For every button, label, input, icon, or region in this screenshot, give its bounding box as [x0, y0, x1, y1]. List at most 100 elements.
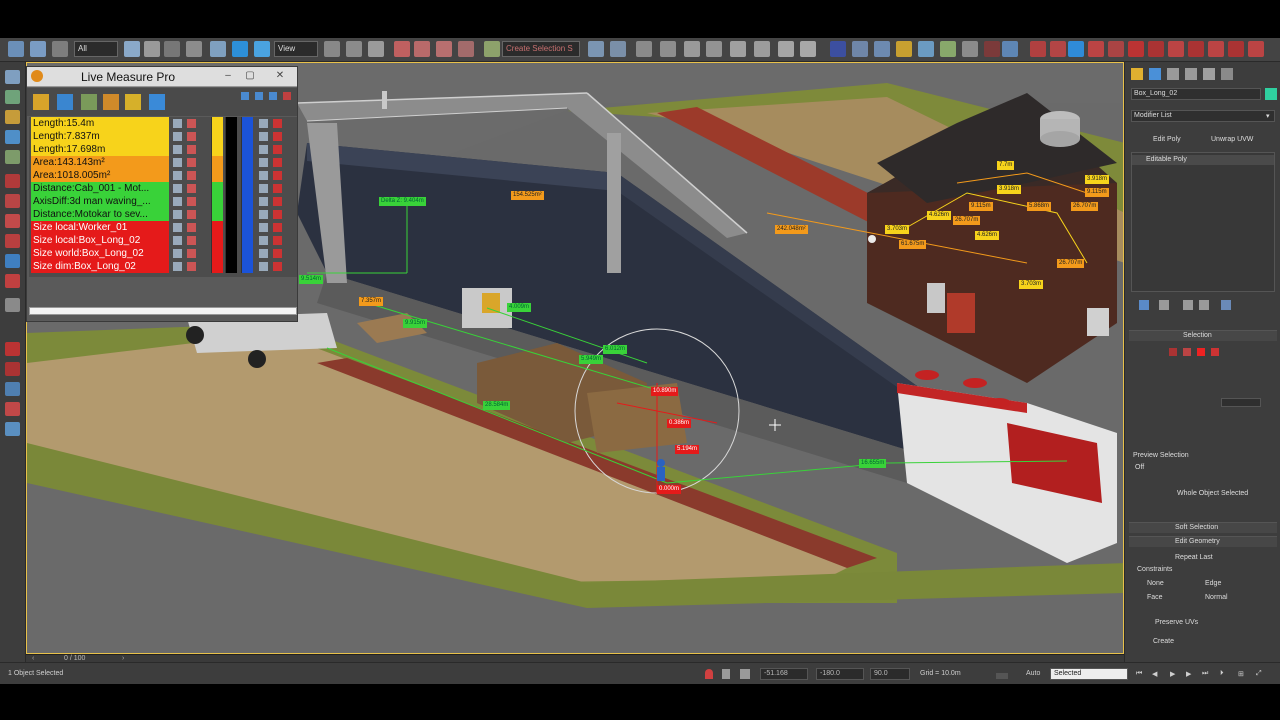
layer-explorer-icon[interactable] — [636, 41, 652, 57]
visibility-icon[interactable] — [173, 184, 182, 193]
link-icon[interactable] — [259, 197, 268, 206]
color-swatch[interactable] — [241, 221, 253, 234]
delete-icon[interactable] — [273, 223, 282, 232]
preserve-uvs-checkbox[interactable]: Preserve UVs — [1155, 619, 1198, 626]
red-marker-1-icon[interactable] — [5, 342, 20, 356]
maximize-icon[interactable]: ▢ — [243, 70, 257, 83]
lines-icon[interactable] — [187, 249, 196, 258]
visibility-icon[interactable] — [173, 262, 182, 271]
max-script-icon[interactable] — [830, 41, 846, 57]
color-swatch[interactable] — [211, 130, 223, 143]
select-by-name-icon[interactable] — [144, 41, 160, 57]
go-to-end-icon[interactable]: ⏭ — [1202, 670, 1208, 678]
color-swatch[interactable] — [211, 221, 223, 234]
color-swatch[interactable] — [241, 182, 253, 195]
color-swatch[interactable] — [211, 247, 223, 260]
live-measure-titlebar[interactable]: Live Measure Pro – ▢ ✕ — [27, 67, 297, 87]
visibility-icon[interactable] — [173, 223, 182, 232]
list-item[interactable]: Distance:Cab_001 - Mot... — [29, 182, 297, 195]
z-coordinate-field[interactable]: 90.0 — [870, 668, 910, 680]
list-item[interactable]: Size dim:Box_Long_02 — [29, 260, 297, 273]
link-icon[interactable] — [259, 132, 268, 141]
select-manipulate-icon[interactable] — [346, 41, 362, 57]
live-measure-tool-4-icon[interactable] — [1088, 41, 1104, 57]
preview-off-radio[interactable]: Off — [1135, 464, 1144, 471]
color-swatch[interactable] — [241, 130, 253, 143]
prev-key-icon[interactable]: ◀ — [1152, 670, 1157, 678]
color-swatch[interactable] — [211, 208, 223, 221]
zoom-extents-icon[interactable]: ⊞ — [1238, 670, 1244, 678]
motion-tab-icon[interactable] — [1185, 68, 1197, 80]
measure-distance-icon[interactable] — [103, 94, 119, 110]
color-swatch[interactable] — [241, 234, 253, 247]
x-coordinate-field[interactable]: -51.168 — [760, 668, 808, 680]
color-swatch[interactable] — [211, 195, 223, 208]
constraint-edge-radio[interactable]: Edge — [1205, 580, 1221, 587]
constraint-normal-radio[interactable]: Normal — [1205, 594, 1228, 601]
live-measure-tool-9-icon[interactable] — [1188, 41, 1204, 57]
list-item[interactable]: Size local:Box_Long_02 — [29, 234, 297, 247]
mirror-icon[interactable] — [588, 41, 604, 57]
measure-area-icon[interactable] — [5, 194, 20, 208]
color-swatch[interactable] — [241, 156, 253, 169]
color-swatch[interactable] — [211, 117, 223, 130]
percent-snap-icon[interactable] — [436, 41, 452, 57]
close-tool-icon[interactable] — [984, 41, 1000, 57]
configure-modifier-icon[interactable] — [1221, 300, 1231, 310]
delete-icon[interactable] — [273, 171, 282, 180]
delete-icon[interactable] — [273, 132, 282, 141]
prev-frame-icon[interactable]: ‹ — [32, 655, 42, 662]
live-measure-tool-1-icon[interactable] — [1030, 41, 1046, 57]
named-selection-dropdown[interactable]: Create Selection S — [502, 41, 580, 57]
plugin-icon[interactable] — [852, 41, 868, 57]
color-swatch[interactable] — [211, 182, 223, 195]
repeat-last-button[interactable]: Repeat Last — [1175, 554, 1213, 561]
lines-icon[interactable] — [187, 210, 196, 219]
absolute-mode-icon[interactable] — [740, 669, 750, 679]
selection-filter-dropdown[interactable]: All — [74, 41, 118, 57]
spinner-snap-icon[interactable] — [458, 41, 474, 57]
close-icon[interactable]: ✕ — [273, 70, 287, 83]
live-measure-tool-3-icon[interactable] — [1068, 41, 1084, 57]
create-shape-icon[interactable] — [5, 90, 20, 104]
list-item[interactable]: Distance:Motokar to sev... — [29, 208, 297, 221]
visibility-icon[interactable] — [173, 249, 182, 258]
utility-tool-icon[interactable] — [962, 41, 978, 57]
link-icon[interactable] — [259, 236, 268, 245]
object-color-swatch[interactable] — [1265, 88, 1277, 100]
list-item[interactable]: AxisDiff:3d man waving_... — [29, 195, 297, 208]
lines-icon[interactable] — [187, 145, 196, 154]
color-swatch[interactable] — [225, 182, 237, 195]
live-measure-tool-2-icon[interactable] — [1050, 41, 1066, 57]
color-swatch[interactable] — [225, 195, 237, 208]
make-unique-icon[interactable] — [1183, 300, 1193, 310]
color-swatch[interactable] — [211, 143, 223, 156]
rendered-frame-icon[interactable] — [778, 41, 794, 57]
camera-tool-icon[interactable] — [918, 41, 934, 57]
play-icon[interactable]: ▶ — [1170, 670, 1175, 678]
edit-geometry-rollout-header[interactable]: Edit Geometry — [1129, 536, 1277, 547]
link-icon[interactable] — [259, 262, 268, 271]
link-icon[interactable] — [259, 171, 268, 180]
unlink-icon[interactable] — [30, 41, 46, 57]
color-swatch[interactable] — [225, 208, 237, 221]
rotate-icon[interactable] — [232, 41, 248, 57]
polygon-mode-icon[interactable] — [1211, 348, 1219, 356]
key-mode-icon[interactable]: ⏵ — [1220, 670, 1224, 678]
link-icon[interactable] — [259, 223, 268, 232]
schematic-view-icon[interactable] — [706, 41, 722, 57]
list-item[interactable]: Area:1018.005m² — [29, 169, 297, 182]
create-camera-icon[interactable] — [5, 130, 20, 144]
render-setup-icon[interactable] — [754, 41, 770, 57]
delete-icon[interactable] — [273, 262, 282, 271]
light-tool-icon[interactable] — [896, 41, 912, 57]
modifier-list-dropdown[interactable]: Modifier List ▾ — [1131, 110, 1275, 122]
measure-distance-icon[interactable] — [5, 214, 20, 228]
visibility-icon[interactable] — [173, 171, 182, 180]
angle-snap-icon[interactable] — [414, 41, 430, 57]
color-swatch[interactable] — [211, 234, 223, 247]
lines-icon[interactable] — [187, 119, 196, 128]
link-icon[interactable] — [259, 158, 268, 167]
lines-icon[interactable] — [187, 158, 196, 167]
lines-icon[interactable] — [187, 132, 196, 141]
